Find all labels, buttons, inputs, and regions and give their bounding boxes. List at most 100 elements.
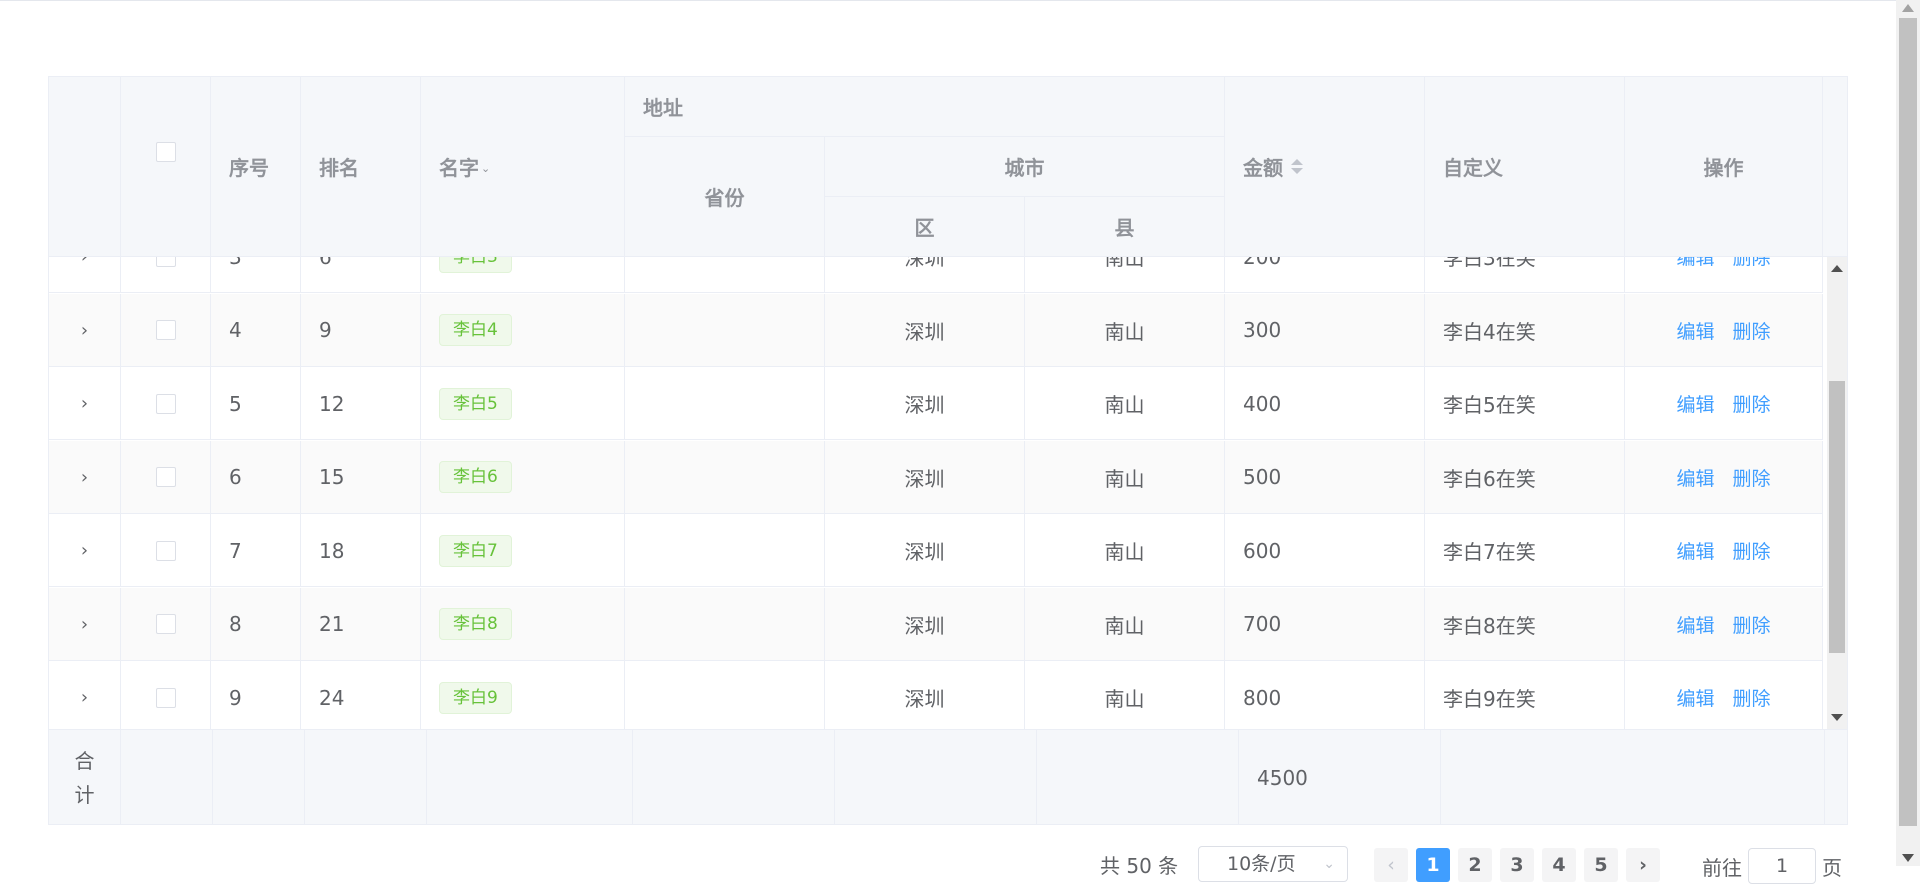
footer-cell (213, 730, 305, 824)
row-checkbox[interactable] (155, 687, 176, 708)
table-row[interactable]: › 8 21 李白8 深圳 南山 700 李白8在笑 编辑 删除 (49, 587, 1823, 661)
sort-carets-icon[interactable] (1291, 159, 1303, 174)
chevron-right-icon[interactable]: › (81, 614, 88, 635)
cell-amount: 200 (1225, 257, 1425, 293)
table-row[interactable]: › 5 12 李白5 深圳 南山 400 李白5在笑 编辑 删除 (49, 367, 1823, 440)
cell-text-rank: 24 (319, 685, 345, 710)
cell-expand: › (49, 293, 121, 367)
chevron-right-icon[interactable]: › (81, 393, 88, 414)
cell-district: 深圳 (825, 293, 1025, 367)
cell-county: 南山 (1025, 293, 1225, 367)
scroll-down-icon[interactable] (1902, 854, 1914, 862)
cell-actions: 编辑 删除 (1625, 587, 1823, 661)
scroll-down-icon[interactable] (1831, 714, 1843, 721)
table-row[interactable]: › 4 9 李白4 深圳 南山 300 李白4在笑 编辑 删除 (49, 293, 1823, 367)
cell-text-rank: 18 (319, 538, 345, 563)
cell-county: 南山 (1025, 514, 1225, 587)
page-suffix: 页 (1822, 856, 1842, 880)
chevron-down-icon[interactable]: ⌄ (481, 162, 490, 175)
table-row[interactable]: › 3 6 李白3 深圳 南山 200 李白3在笑 编辑 删除 (49, 257, 1823, 293)
scroll-up-icon[interactable] (1902, 4, 1914, 12)
page-button-3[interactable]: 3 (1500, 848, 1534, 882)
cell-expand: › (49, 587, 121, 661)
delete-link[interactable]: 删除 (1733, 537, 1771, 564)
footer-cell (835, 730, 1037, 824)
cell-rank: 21 (301, 587, 421, 661)
page-button-2[interactable]: 2 (1458, 848, 1492, 882)
edit-link[interactable]: 编辑 (1676, 537, 1714, 564)
chevron-right-icon[interactable]: › (81, 257, 88, 267)
scrollbar-thumb[interactable] (1829, 381, 1845, 653)
row-checkbox[interactable] (155, 614, 176, 634)
cell-text-rank: 9 (319, 318, 332, 342)
chevron-right-icon[interactable]: › (81, 467, 88, 488)
page-size-select[interactable]: 10条/页 ⌄ (1198, 846, 1348, 882)
edit-link[interactable]: 编辑 (1676, 684, 1714, 711)
cell-expand: › (49, 257, 121, 293)
row-checkbox[interactable] (155, 467, 176, 487)
cell-text-custom: 李白5在笑 (1443, 393, 1536, 417)
header-province: 省份 (625, 137, 825, 257)
cell-name: 李白8 (421, 587, 625, 661)
name-tag: 李白9 (439, 681, 512, 714)
delete-link[interactable]: 删除 (1733, 257, 1771, 270)
goto-page-input[interactable]: 1 (1748, 848, 1816, 884)
name-tag: 李白4 (439, 314, 512, 346)
chevron-right-icon[interactable]: › (81, 540, 88, 561)
cell-actions: 编辑 删除 (1625, 257, 1823, 293)
cell-check (121, 587, 211, 661)
row-checkbox[interactable] (155, 393, 176, 414)
cell-text-district: 深圳 (904, 257, 945, 270)
cell-name: 李白5 (421, 367, 625, 440)
cell-text-amount: 600 (1243, 538, 1282, 563)
header-address-group: 地址 (625, 77, 1225, 137)
header-county: 县 (1025, 197, 1225, 257)
cell-text-county: 南山 (1104, 319, 1145, 344)
delete-link[interactable]: 删除 (1733, 611, 1771, 638)
cell-text-amount: 500 (1243, 465, 1282, 489)
page-button-4[interactable]: 4 (1542, 848, 1576, 882)
header-city-group: 城市 (825, 137, 1225, 197)
scroll-up-icon[interactable] (1831, 265, 1843, 272)
chevron-right-icon[interactable]: › (81, 320, 88, 341)
prev-page-button[interactable]: ‹ (1374, 848, 1408, 882)
row-checkbox[interactable] (155, 540, 176, 561)
footer-cell (427, 730, 633, 824)
page-button-1[interactable]: 1 (1416, 848, 1450, 882)
page-scrollbar[interactable] (1896, 0, 1920, 866)
header-amount[interactable]: 金额 (1225, 77, 1425, 257)
table-scrollbar[interactable] (1827, 257, 1847, 729)
table-row[interactable]: › 9 24 李白9 深圳 南山 800 李白9在笑 编辑 删除 (49, 661, 1823, 729)
page-button-5[interactable]: 5 (1584, 848, 1618, 882)
table-row[interactable]: › 6 15 李白6 深圳 南山 500 李白6在笑 编辑 删除 (49, 440, 1823, 514)
row-checkbox[interactable] (155, 320, 176, 340)
delete-link[interactable]: 删除 (1733, 684, 1771, 711)
table-row[interactable]: › 7 18 李白7 深圳 南山 600 李白7在笑 编辑 删除 (49, 514, 1823, 587)
cell-check (121, 257, 211, 293)
name-tag: 李白3 (439, 257, 512, 273)
select-all-checkbox[interactable] (155, 141, 176, 162)
delete-link[interactable]: 删除 (1733, 390, 1771, 417)
next-page-button[interactable]: › (1626, 848, 1660, 882)
cell-name: 李白9 (421, 661, 625, 729)
cell-index: 8 (211, 587, 301, 661)
edit-link[interactable]: 编辑 (1676, 390, 1714, 417)
edit-link[interactable]: 编辑 (1676, 611, 1714, 638)
cell-province (625, 661, 825, 729)
page-scrollbar-thumb[interactable] (1899, 18, 1917, 826)
chevron-right-icon[interactable]: › (81, 687, 88, 708)
row-checkbox[interactable] (155, 257, 176, 267)
cell-county: 南山 (1025, 367, 1225, 440)
edit-link[interactable]: 编辑 (1676, 317, 1714, 344)
cell-rank: 12 (301, 367, 421, 440)
cell-rank: 9 (301, 293, 421, 367)
cell-check (121, 514, 211, 587)
delete-link[interactable]: 删除 (1733, 317, 1771, 344)
edit-link[interactable]: 编辑 (1676, 464, 1714, 491)
cell-index: 7 (211, 514, 301, 587)
delete-link[interactable]: 删除 (1733, 464, 1771, 491)
cell-text-amount: 300 (1243, 318, 1282, 342)
cell-rank: 18 (301, 514, 421, 587)
header-name[interactable]: 名字 ⌄ (421, 77, 625, 257)
edit-link[interactable]: 编辑 (1676, 257, 1714, 270)
